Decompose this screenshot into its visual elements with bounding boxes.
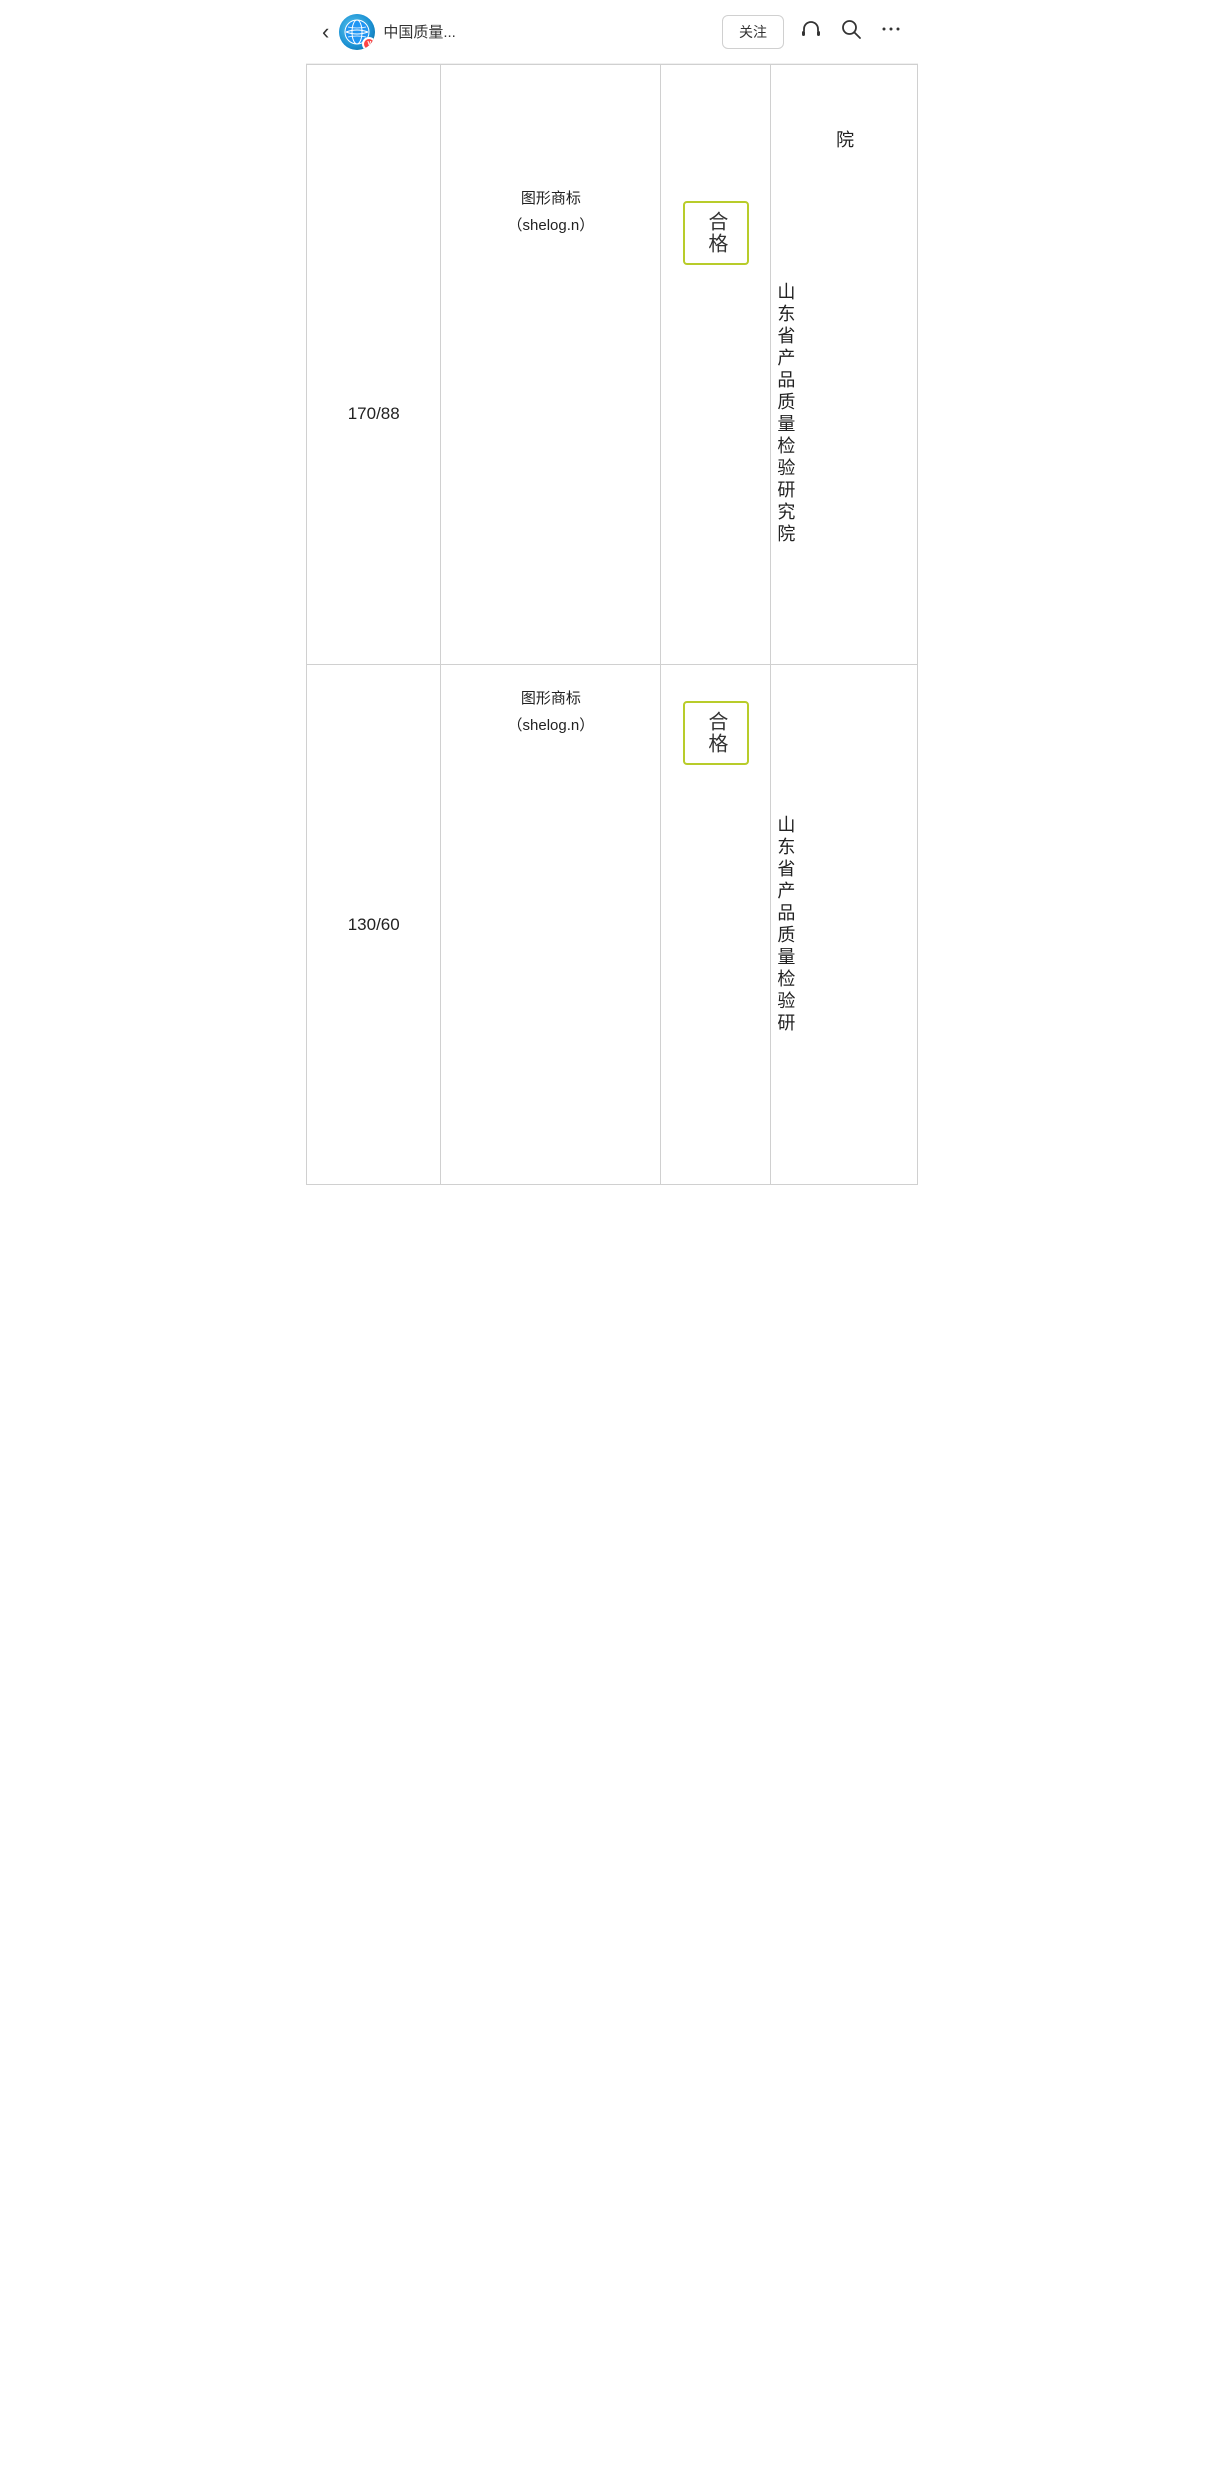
trademark-name-2: 图形商标 — [449, 685, 652, 712]
more-icon[interactable] — [880, 18, 902, 46]
org-text-partial: 院 — [834, 130, 854, 152]
cell-size-2: 130/60 — [307, 665, 441, 1185]
table-container: 院 170/88 图形商标 （shelog.n） — [306, 64, 918, 1185]
result-badge-1: 合格 — [683, 201, 749, 265]
search-icon[interactable] — [840, 18, 862, 46]
nav-icons — [800, 18, 902, 46]
table-row-2: 130/60 图形商标 （shelog.n） 合格 — [307, 665, 918, 1185]
cell-empty-2 — [441, 65, 661, 165]
cell-org-1: 山东省产品质量检验研究院 — [771, 165, 918, 665]
result-badge-2: 合格 — [683, 701, 749, 765]
badge-text: v — [367, 40, 371, 47]
navigation-bar: ‹ v 中国质量... 关注 — [306, 0, 918, 64]
cell-size-1: 170/88 — [307, 165, 441, 665]
trademark-content-2: 图形商标 （shelog.n） — [441, 665, 660, 759]
trademark-content-1: 图形商标 （shelog.n） — [441, 165, 660, 259]
trademark-sub-1: （shelog.n） — [449, 212, 652, 239]
result-content-2: 合格 — [661, 685, 770, 781]
result-content-1: 合格 — [661, 185, 770, 281]
table-row-partial-top: 院 — [307, 65, 918, 165]
result-text-2: 合格 — [705, 711, 727, 755]
avatar: v — [339, 14, 375, 50]
cell-empty-1 — [307, 65, 441, 165]
cell-result-1: 合格 — [661, 165, 771, 665]
org-text-1: 山东省产品质量检验研究院 — [771, 282, 798, 546]
trademark-sub-2: （shelog.n） — [449, 712, 652, 739]
cell-result-2: 合格 — [661, 665, 771, 1185]
cell-empty-3 — [661, 65, 771, 165]
headphone-icon[interactable] — [800, 18, 822, 46]
quality-table: 院 170/88 图形商标 （shelog.n） — [306, 64, 918, 1185]
cell-org-partial: 院 — [771, 65, 918, 165]
account-title: 中国质量... — [383, 21, 722, 42]
size-value-2: 130/60 — [307, 895, 440, 955]
back-button[interactable]: ‹ — [322, 19, 329, 45]
org-text-2: 山东省产品质量检验研 — [771, 815, 798, 1035]
cell-trademark-1: 图形商标 （shelog.n） — [441, 165, 661, 665]
avatar-badge: v — [362, 37, 375, 50]
follow-button[interactable]: 关注 — [722, 15, 784, 49]
result-text-1: 合格 — [705, 211, 727, 255]
table-row-1: 170/88 图形商标 （shelog.n） 合格 — [307, 165, 918, 665]
cell-org-2: 山东省产品质量检验研 — [771, 665, 918, 1185]
cell-trademark-2: 图形商标 （shelog.n） — [441, 665, 661, 1185]
trademark-name-1: 图形商标 — [449, 185, 652, 212]
size-value-1: 170/88 — [307, 384, 440, 444]
